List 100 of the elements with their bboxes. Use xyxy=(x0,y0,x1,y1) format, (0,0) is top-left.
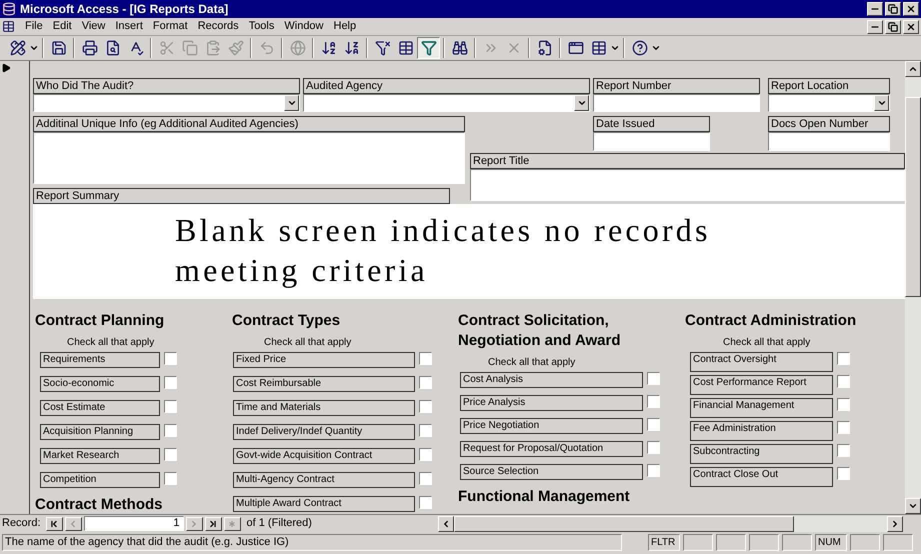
design-view-icon[interactable] xyxy=(10,40,26,56)
record-count: of 1 (Filtered) xyxy=(246,516,312,532)
new-record-button[interactable] xyxy=(224,516,241,530)
checkbox[interactable] xyxy=(164,424,177,437)
menu-item[interactable]: Insert xyxy=(115,18,143,35)
input-field[interactable] xyxy=(593,132,710,151)
window-title: Microsoft Access - [IG Reports Data] xyxy=(20,1,228,18)
last-record-button[interactable] xyxy=(204,516,222,530)
field-label: Docs Open Number xyxy=(768,116,890,132)
vertical-scrollbar[interactable] xyxy=(905,61,921,514)
binoculars-icon[interactable] xyxy=(452,40,468,56)
scroll-down-icon[interactable] xyxy=(908,501,918,511)
checkbox[interactable] xyxy=(837,352,850,365)
next-record-button[interactable] xyxy=(186,516,203,530)
filter-icon[interactable] xyxy=(420,40,436,56)
caret-icon[interactable] xyxy=(651,43,661,53)
checkbox-label: Cost Estimate xyxy=(40,400,160,416)
menu-item[interactable]: Format xyxy=(152,18,188,35)
menu-item[interactable]: Tools xyxy=(248,18,274,35)
app-icon xyxy=(2,2,16,16)
menu-item[interactable]: View xyxy=(82,18,106,35)
checkbox-label: Contract Close Out xyxy=(690,467,833,487)
checkbox[interactable] xyxy=(164,352,177,365)
scroll-up-icon[interactable] xyxy=(908,64,918,74)
checkbox[interactable] xyxy=(837,398,850,411)
memo-field[interactable] xyxy=(33,132,465,184)
checkbox[interactable] xyxy=(647,441,660,454)
field-label: Report Summary xyxy=(33,188,450,204)
checkbox-label: Indef Delivery/Indef Quantity xyxy=(233,424,415,440)
minimize-button[interactable] xyxy=(867,20,883,34)
sort-ascending-icon[interactable] xyxy=(320,40,336,56)
print-preview-icon[interactable] xyxy=(104,40,120,56)
input-field[interactable] xyxy=(593,94,760,112)
checkbox[interactable] xyxy=(164,472,177,485)
summary-area[interactable]: Blank screen indicates no records meeting criteria xyxy=(33,204,905,299)
checkbox[interactable] xyxy=(164,400,177,413)
checkbox[interactable] xyxy=(419,400,432,413)
close-button[interactable] xyxy=(903,2,919,16)
restore-button[interactable] xyxy=(885,20,901,34)
checkbox[interactable] xyxy=(419,376,432,389)
checkbox[interactable] xyxy=(647,395,660,408)
field-label: Report Location xyxy=(768,78,890,94)
input-field[interactable] xyxy=(768,132,890,151)
combo-box[interactable] xyxy=(33,94,300,112)
record-number-field[interactable]: 1 xyxy=(84,516,184,531)
checkbox[interactable] xyxy=(837,375,850,388)
status-panel xyxy=(883,534,913,550)
caret-icon[interactable] xyxy=(29,43,39,53)
checkbox[interactable] xyxy=(647,464,660,477)
form-icon[interactable] xyxy=(2,20,15,33)
checkbox[interactable] xyxy=(164,376,177,389)
checkbox[interactable] xyxy=(419,352,432,365)
menu-item[interactable]: Records xyxy=(198,18,239,35)
checkbox-label: Source Selection xyxy=(460,464,643,480)
field-label: Additinal Unique Info (eg Additional Audited Agencies) xyxy=(33,116,465,132)
checkbox[interactable] xyxy=(647,418,660,431)
minimize-button[interactable] xyxy=(867,2,883,16)
menu-item[interactable]: File xyxy=(25,18,43,35)
checkbox[interactable] xyxy=(837,421,850,434)
save-icon[interactable] xyxy=(50,40,66,56)
section-hint: Check all that apply xyxy=(487,356,576,369)
status-panel xyxy=(782,534,812,550)
memo-field[interactable] xyxy=(470,169,905,201)
sort-descending-icon[interactable] xyxy=(344,40,360,56)
database-window-icon[interactable] xyxy=(568,40,584,56)
checkbox[interactable] xyxy=(164,448,177,461)
menu-item[interactable]: Edit xyxy=(52,18,72,35)
restore-button[interactable] xyxy=(885,2,901,16)
checkbox-label: Fee Administration xyxy=(690,421,833,441)
close-button[interactable] xyxy=(903,20,919,34)
printer-icon[interactable] xyxy=(82,40,98,56)
help-icon[interactable] xyxy=(632,40,648,56)
menu-item[interactable]: Help xyxy=(334,18,356,35)
scroll-left-icon[interactable] xyxy=(441,518,451,528)
combo-box[interactable] xyxy=(303,94,590,112)
checkbox[interactable] xyxy=(647,372,660,385)
checkbox[interactable] xyxy=(837,444,850,457)
scroll-right-icon[interactable] xyxy=(890,518,900,528)
checkbox-label: Acquisition Planning xyxy=(40,424,160,440)
checkbox-label: Time and Materials xyxy=(233,400,415,416)
first-record-button[interactable] xyxy=(46,516,63,530)
record-selector[interactable] xyxy=(0,61,30,514)
previous-record-button[interactable] xyxy=(64,516,82,530)
section-hint: Check all that apply xyxy=(66,336,156,349)
current-record-icon xyxy=(1,63,11,73)
status-message: The name of the agency that did the audit (e.g. Justice IG) xyxy=(2,534,622,550)
combo-box[interactable] xyxy=(768,94,890,112)
checkbox[interactable] xyxy=(419,448,432,461)
checkbox[interactable] xyxy=(419,424,432,437)
filter-selection-icon[interactable] xyxy=(374,40,390,56)
section-hint: Check all that apply xyxy=(263,336,352,349)
menu-item[interactable]: Window xyxy=(284,18,324,35)
checkbox-label: Govt-wide Acquisition Contract xyxy=(233,448,415,464)
checkbox-label: Cost Performance Report xyxy=(690,375,833,395)
checkbox[interactable] xyxy=(419,472,432,485)
horizontal-scrollbar[interactable] xyxy=(438,516,903,532)
caret-icon[interactable] xyxy=(610,43,620,53)
properties-icon[interactable] xyxy=(536,40,552,56)
checkbox[interactable] xyxy=(419,496,432,509)
checkbox[interactable] xyxy=(837,467,850,480)
